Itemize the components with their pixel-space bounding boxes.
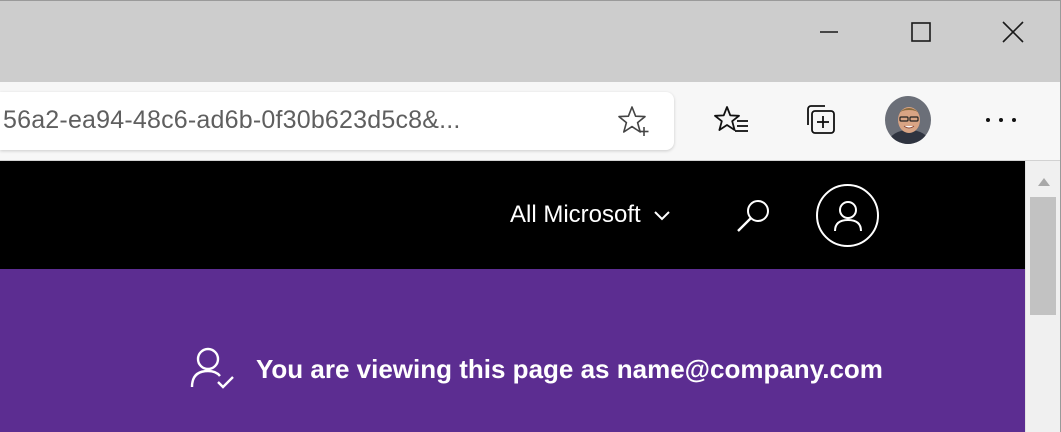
close-icon <box>1002 21 1024 43</box>
page-viewport: All Microsoft You are viewing this page … <box>0 161 1025 432</box>
viewing-as-text: You are viewing this page as name@compan… <box>256 353 883 384</box>
arrow-up-icon <box>1037 178 1050 186</box>
favorites-button[interactable] <box>709 97 755 143</box>
banner-content: You are viewing this page as name@compan… <box>190 347 883 391</box>
user-check-icon <box>190 347 234 389</box>
all-microsoft-menu[interactable]: All Microsoft <box>510 201 671 229</box>
all-microsoft-label: All Microsoft <box>510 201 641 228</box>
collections-icon <box>807 105 835 134</box>
minimize-icon <box>820 31 838 33</box>
user-icon <box>833 200 862 231</box>
url-text[interactable]: 56a2-ea94-48c6-ad6b-0f30b623d5c8&... <box>3 106 461 135</box>
scrollbar-thumb[interactable] <box>1030 197 1056 315</box>
more-icon <box>986 118 1016 122</box>
avatar <box>885 96 931 144</box>
address-bar[interactable]: 56a2-ea94-48c6-ad6b-0f30b623d5c8&... <box>0 92 674 150</box>
add-favorite-icon <box>618 106 649 136</box>
chevron-down-icon <box>653 211 670 221</box>
minimize-button[interactable] <box>783 1 875 63</box>
profile-button[interactable] <box>885 96 931 144</box>
collections-button[interactable] <box>797 97 843 143</box>
viewing-as-banner: You are viewing this page as name@compan… <box>0 269 1025 432</box>
more-button[interactable] <box>978 97 1024 143</box>
add-favorite-button[interactable] <box>615 104 653 138</box>
search-button[interactable] <box>732 195 774 237</box>
search-icon <box>737 200 769 232</box>
browser-toolbar: 56a2-ea94-48c6-ad6b-0f30b623d5c8&... <box>0 82 1060 161</box>
favorites-icon <box>714 106 748 132</box>
account-button[interactable] <box>816 184 879 247</box>
browser-window: 56a2-ea94-48c6-ad6b-0f30b623d5c8&... All… <box>0 0 1061 432</box>
title-bar <box>0 1 1060 82</box>
maximize-icon <box>911 22 931 42</box>
scroll-up-button[interactable] <box>1026 169 1060 195</box>
vertical-scrollbar[interactable] <box>1025 161 1060 432</box>
site-header: All Microsoft <box>0 161 1025 269</box>
maximize-button[interactable] <box>875 1 967 63</box>
close-button[interactable] <box>967 1 1059 63</box>
